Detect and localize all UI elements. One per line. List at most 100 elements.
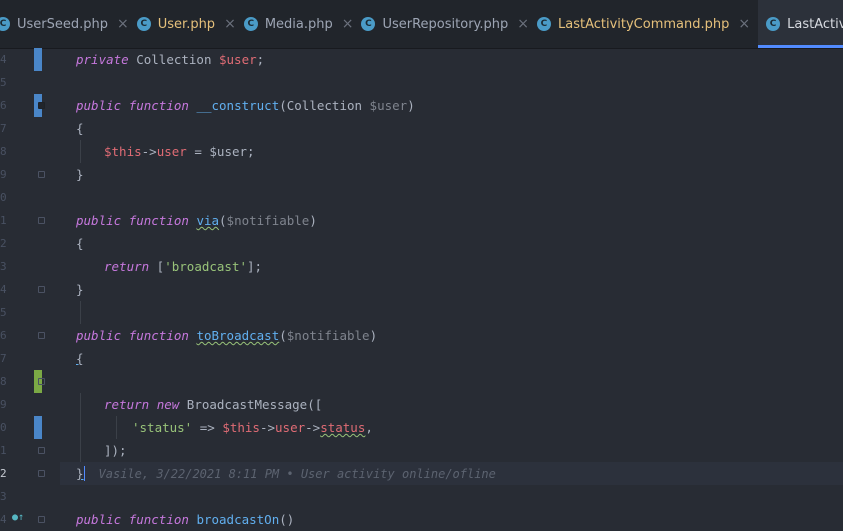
code-token: return <box>104 397 150 412</box>
fold-marker-icon[interactable] <box>38 332 45 339</box>
code-token: function <box>128 213 189 228</box>
code-token: ) <box>407 98 415 113</box>
tab-label: User.php <box>157 16 216 32</box>
code-token: $user <box>219 52 257 67</box>
code-token: ]); <box>104 443 127 458</box>
code-token: function <box>128 328 189 343</box>
code-token: ) <box>369 328 378 343</box>
tab-userrepository[interactable]: C UserRepository.php × <box>361 0 537 48</box>
code-line: { <box>60 117 843 140</box>
code-token: ; <box>247 144 255 159</box>
line-number: 9 <box>0 398 7 411</box>
tab-media[interactable]: C Media.php × <box>243 0 362 48</box>
line-number: 1 <box>0 214 7 227</box>
code-line: return new BroadcastMessage([ <box>60 393 843 416</box>
php-class-icon: C <box>361 17 376 31</box>
code-line: { <box>60 232 843 255</box>
fold-marker-icon[interactable] <box>38 516 45 523</box>
code-line: ]); <box>60 439 843 462</box>
code-token: BroadcastMessage([ <box>179 397 323 412</box>
tab-user[interactable]: C User.php × <box>136 0 244 48</box>
implements-icon[interactable]: ●↑ <box>12 512 24 523</box>
tab-userseed[interactable]: C UserSeed.php × <box>0 0 137 48</box>
code-line: } <box>60 278 843 301</box>
php-class-icon: C <box>136 17 151 31</box>
indent-guide <box>80 301 81 324</box>
close-icon[interactable]: × <box>117 16 129 32</box>
code-token: public <box>76 512 122 527</box>
code-token: 'status' <box>132 420 193 435</box>
code-token: $notifiable <box>226 213 310 228</box>
fold-marker-icon[interactable] <box>38 217 45 224</box>
text-caret <box>83 466 85 481</box>
code-token: user <box>275 420 306 435</box>
editor-tab-bar: C UserSeed.php × C User.php × C Media.ph… <box>0 0 843 49</box>
php-class-icon: C <box>0 17 10 31</box>
code-token: via <box>196 213 220 228</box>
code-token: $this <box>222 420 260 435</box>
fold-marker-icon[interactable] <box>38 102 45 109</box>
code-token: $user <box>369 98 408 113</box>
code-token: ]; <box>247 259 263 274</box>
line-number: 7 <box>0 122 7 135</box>
code-token: $this <box>104 144 142 159</box>
code-token: toBroadcast <box>196 328 280 343</box>
code-token: $notifiable <box>286 328 370 343</box>
code-token: user <box>156 144 187 159</box>
line-number: 6 <box>0 99 7 112</box>
fold-marker-icon[interactable] <box>38 378 45 385</box>
code-token: private <box>76 52 129 67</box>
code-token: broadcastOn <box>196 512 280 527</box>
close-icon[interactable]: × <box>342 16 354 32</box>
code-token: , <box>365 420 373 435</box>
line-number-current: 2 <box>0 467 7 480</box>
code-token: public <box>76 328 122 343</box>
line-number: 3 <box>0 490 7 503</box>
code-editor[interactable]: private Collection $user; public functio… <box>60 48 843 530</box>
tab-lastactivitynotification[interactable]: C LastActivityNotification.php <box>758 0 843 48</box>
code-line: $this->user = $user; <box>60 140 843 163</box>
vcs-modified-marker[interactable] <box>34 48 42 71</box>
tab-label: UserRepository.php <box>382 16 509 32</box>
code-token: $user <box>209 144 248 159</box>
vcs-modified-marker[interactable] <box>34 416 42 439</box>
tab-label: Media.php <box>264 16 333 32</box>
code-token: -> <box>141 144 157 159</box>
code-token: -> <box>305 420 321 435</box>
code-line: private Collection $user; <box>60 48 843 71</box>
fold-marker-icon[interactable] <box>38 171 45 178</box>
code-token: => <box>192 420 223 435</box>
fold-marker-icon[interactable] <box>38 470 45 477</box>
code-token: } <box>76 466 84 481</box>
tab-lastactivitycommand[interactable]: C LastActivityCommand.php × <box>536 0 758 48</box>
code-line: public function __construct(Collection $… <box>60 94 843 117</box>
code-line: public function broadcastOn() <box>60 508 843 531</box>
code-line-current: } Vasile, 3/22/2021 8:11 PM • User activi… <box>60 462 843 485</box>
tab-label: LastActivityCommand.php <box>557 16 730 32</box>
line-number: 3 <box>0 260 7 273</box>
fold-marker-icon[interactable] <box>38 447 45 454</box>
close-icon[interactable]: × <box>224 16 236 32</box>
line-number: 4 <box>0 283 7 296</box>
fold-marker-icon[interactable] <box>38 286 45 293</box>
line-number: 8 <box>0 375 7 388</box>
code-token: ; <box>256 52 265 67</box>
code-token: { <box>76 351 84 366</box>
tab-label: UserSeed.php <box>17 16 109 32</box>
line-number: 0 <box>0 191 7 204</box>
line-number: 0 <box>0 421 7 434</box>
line-number: 6 <box>0 329 7 342</box>
line-number: 9 <box>0 168 7 181</box>
code-line: 'status' => $this->user->status, <box>60 416 843 439</box>
code-token: = <box>186 144 210 159</box>
code-token: (Collection <box>279 98 370 113</box>
close-icon[interactable]: × <box>738 16 750 32</box>
close-icon[interactable]: × <box>517 16 529 32</box>
line-number: 5 <box>0 306 7 319</box>
php-class-icon: C <box>536 17 551 31</box>
code-token: new <box>156 397 180 412</box>
code-token: function <box>128 98 189 113</box>
